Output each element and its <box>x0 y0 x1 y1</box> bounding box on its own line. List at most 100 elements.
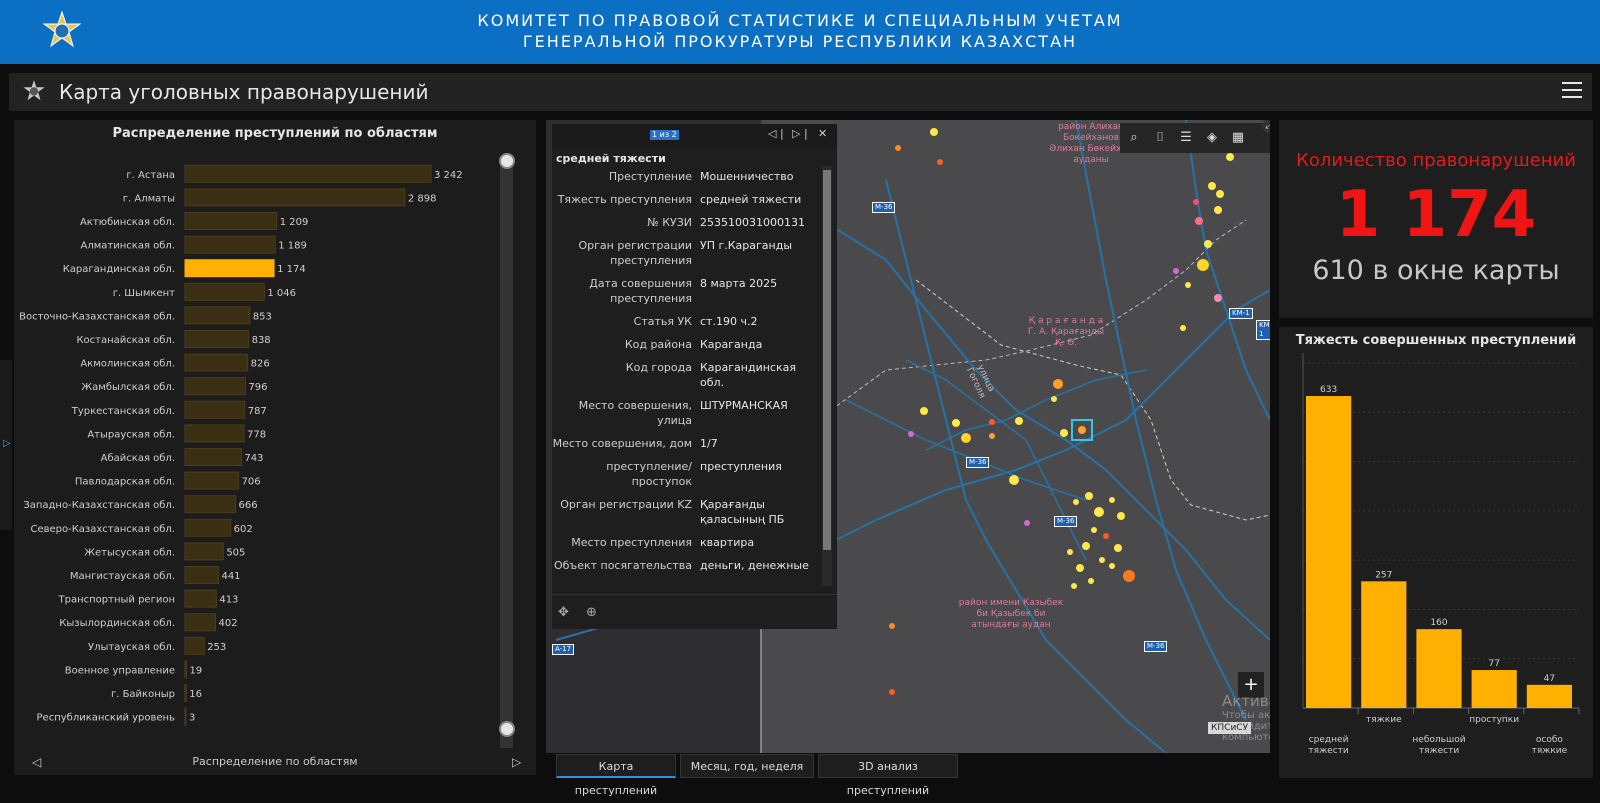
bookmark-icon[interactable]: ⌷ <box>1152 130 1168 146</box>
close-icon[interactable]: ✕ <box>818 127 827 140</box>
chevron-right-icon[interactable]: ▷ <box>512 755 521 769</box>
popup-scroll-thumb[interactable] <box>823 170 831 550</box>
region-category-label: Западно-Казахстанская обл. <box>23 500 175 511</box>
map-toolbar: ⌕ ⌷ ☰ ◈ ▦ <box>1120 123 1270 153</box>
popup-attribute-row: Место преступления квартира <box>552 532 822 555</box>
map-label-kazybek: район имени Казыбек би Қазыбек би атында… <box>958 598 1064 630</box>
region-bar[interactable] <box>184 589 217 608</box>
popup-subtitle: средней тяжести <box>556 152 666 165</box>
tab-3d-analysis[interactable]: 3D анализ преступлений <box>818 754 958 797</box>
region-bar[interactable] <box>184 636 205 655</box>
expand-icon[interactable]: ⤢ <box>1262 120 1270 133</box>
region-bar[interactable] <box>184 448 242 466</box>
region-bar[interactable] <box>184 684 187 702</box>
region-value-label: 16 <box>189 689 202 700</box>
regions-chart: г. Астана 3 242 г. Алматы 2 898 Актюбинская … <box>19 164 463 726</box>
popup-attribute-row: Место совершения, улица ШТУРМАНСКАЯ <box>552 395 822 433</box>
severity-bar[interactable] <box>1526 684 1572 708</box>
region-value-label: 706 <box>242 477 261 488</box>
region-category-label: Костанайская обл. <box>76 335 175 346</box>
popup-attribute-row: Орган регистрации KZ Қарағанды қаласының … <box>552 494 822 532</box>
scroll-bottom-handle[interactable] <box>499 721 515 737</box>
severity-bar[interactable] <box>1471 670 1517 708</box>
count-value: 1 174 <box>1335 178 1537 252</box>
region-bar[interactable] <box>184 377 246 396</box>
count-title: Количество правонарушений <box>1296 150 1576 171</box>
region-bar[interactable] <box>184 188 406 207</box>
popup-footer: ✥ ⊕ <box>552 594 837 629</box>
severity-bar[interactable] <box>1416 629 1462 708</box>
region-bar[interactable] <box>184 471 240 490</box>
windows-activation-watermark: Активация Windows Чтобы активировать Win… <box>1222 692 1270 743</box>
attribute-value: квартира <box>700 536 755 549</box>
search-icon[interactable]: ⌕ <box>1126 130 1142 146</box>
page-title: Карта уголовных правонарушений <box>59 80 429 104</box>
region-bar[interactable] <box>184 330 250 348</box>
attribute-value: ШТУРМАНСКАЯ <box>700 399 788 412</box>
severity-value-label: 257 <box>1375 570 1392 580</box>
next-feature-icon[interactable]: ▷ | <box>792 127 808 140</box>
region-bar[interactable] <box>184 212 278 230</box>
severity-category-label: средней тяжести <box>1308 735 1348 756</box>
region-bar[interactable] <box>184 707 187 726</box>
region-bar[interactable] <box>184 235 276 254</box>
attribute-value: 253510031000131 <box>700 216 805 229</box>
header-banner: КОМИТЕТ ПО ПРАВОВОЙ СТАТИСТИКЕ И СПЕЦИАЛ… <box>0 0 1600 64</box>
tab-month-year-week[interactable]: Месяц, год, неделя <box>680 754 814 778</box>
region-bar[interactable] <box>184 424 245 443</box>
map-label-karaganda: Қ а р а ғ а н д а Г. А. Қарағанды Қ. Ә. <box>1027 316 1105 348</box>
banner-line-2: ГЕНЕРАЛЬНОЙ ПРОКУРАТУРЫ РЕСПУБЛИКИ КАЗАХ… <box>522 32 1078 51</box>
region-category-label: Алматинская обл. <box>81 241 175 252</box>
region-bar[interactable] <box>184 164 432 183</box>
feature-popup: 1 из 2 ◁ | ▷ | ✕ средней тяжести Преступ… <box>552 124 837 629</box>
previous-feature-icon[interactable]: ◁ | <box>768 127 784 140</box>
region-bar[interactable] <box>184 566 219 584</box>
region-bar[interactable] <box>184 306 251 325</box>
region-category-label: Военное управление <box>65 665 175 676</box>
severity-chart: 633 средней тяжести 257 тяжкие 160 небольшой тя… <box>1302 353 1580 756</box>
hamburger-icon[interactable] <box>1562 82 1582 100</box>
severity-bar[interactable] <box>1306 396 1352 708</box>
map-attribution: КПСиСУ <box>1208 722 1252 734</box>
road-badge: M-36 <box>1054 516 1078 527</box>
region-value-label: 3 242 <box>434 170 463 181</box>
region-bar[interactable] <box>184 282 265 301</box>
popup-attribute-row: Объект посягательства деньги, денежные <box>552 555 822 578</box>
region-value-label: 402 <box>219 618 238 629</box>
qr-code-icon[interactable]: ▦ <box>1230 130 1246 146</box>
attribute-key: Место преступления <box>571 536 692 549</box>
popup-scrollbar[interactable] <box>822 166 832 586</box>
severity-panel: Тяжесть совершенных преступлений 633 сред… <box>1279 327 1593 778</box>
region-bar[interactable] <box>184 495 237 514</box>
region-category-label: Акмолинская обл. <box>80 359 175 370</box>
attribute-key: Код района <box>624 338 692 351</box>
popup-attribute-row: Дата совершения преступления 8 марта 2025 <box>552 273 822 311</box>
layers-icon[interactable]: ◈ <box>1204 130 1220 146</box>
region-bar[interactable] <box>184 400 246 419</box>
attribute-value: Қарағанды қаласының ПБ <box>700 498 785 526</box>
scrollbar[interactable] <box>500 162 513 748</box>
region-bar[interactable] <box>184 613 217 632</box>
zoom-to-icon[interactable]: ⊕ <box>586 605 597 620</box>
side-panel-toggle[interactable]: ▷ <box>0 360 12 530</box>
list-icon[interactable]: ☰ <box>1178 130 1194 146</box>
region-category-label: Жамбылская обл. <box>81 382 175 393</box>
region-bar[interactable] <box>184 259 275 278</box>
severity-bar[interactable] <box>1361 581 1407 708</box>
road-badge: KM-1 <box>1229 308 1253 319</box>
attribute-key: Статья УК <box>633 315 692 328</box>
attribute-key: преступление/проступок <box>606 460 692 488</box>
region-bar[interactable] <box>184 518 232 537</box>
attribute-key: Место совершения, дом <box>552 437 692 450</box>
banner-line-1: КОМИТЕТ ПО ПРАВОВОЙ СТАТИСТИКЕ И СПЕЦИАЛ… <box>477 11 1123 30</box>
region-bar[interactable] <box>184 660 187 679</box>
region-value-label: 3 <box>189 713 195 724</box>
attribute-key: Объект посягательства <box>553 559 692 572</box>
attribute-value: ст.190 ч.2 <box>700 315 758 328</box>
tab-crime-map[interactable]: Карта преступлений <box>556 754 676 797</box>
move-icon[interactable]: ✥ <box>558 605 569 620</box>
app-bar: Карта уголовных правонарушений <box>9 73 1592 111</box>
region-bar[interactable] <box>184 542 224 561</box>
region-bar[interactable] <box>184 353 249 372</box>
scroll-top-handle[interactable] <box>499 153 515 169</box>
